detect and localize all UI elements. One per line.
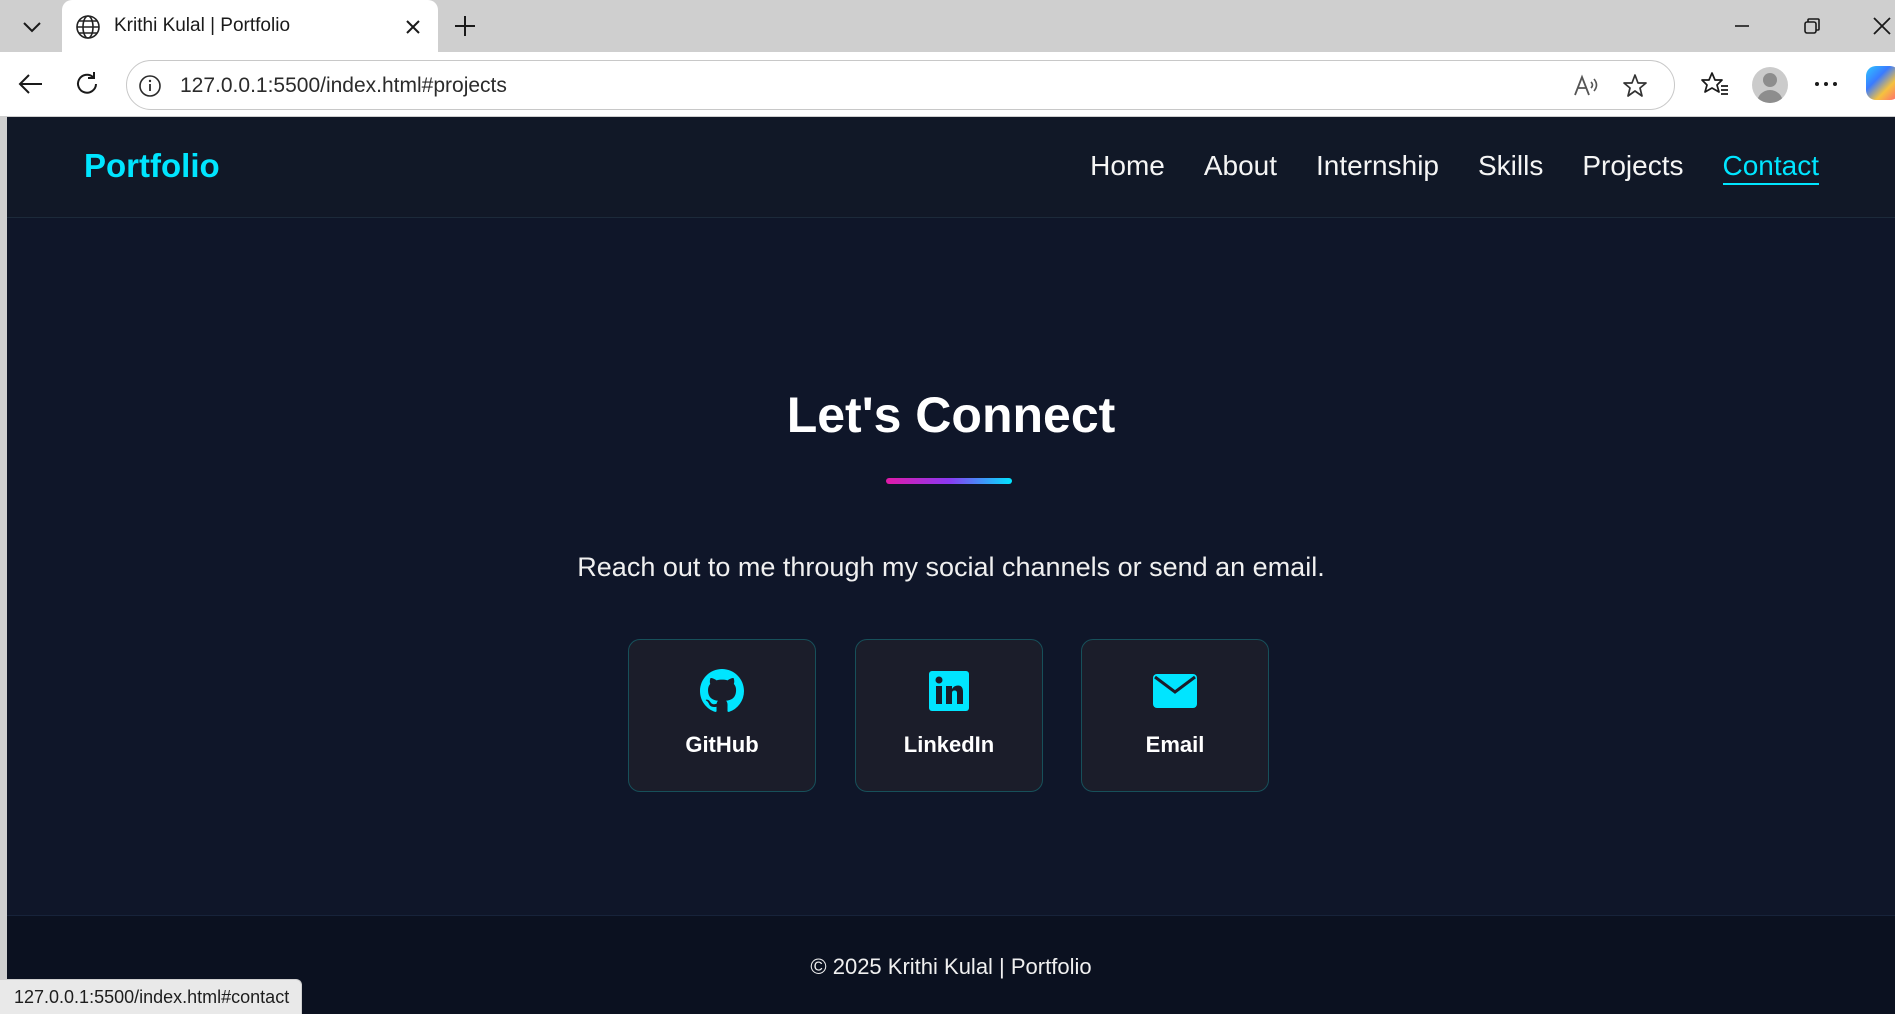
avatar-head (1763, 73, 1777, 87)
reload-icon[interactable] (69, 66, 105, 102)
copilot-icon[interactable] (1866, 66, 1895, 100)
section-subtitle: Reach out to me through my social channe… (577, 552, 1325, 582)
minimize-icon[interactable] (1722, 8, 1762, 44)
read-aloud-icon[interactable] (1571, 71, 1601, 101)
footer-copyright: © 2025 Krithi Kulal | Portfolio (810, 954, 1092, 979)
github-card[interactable]: GitHub (628, 639, 816, 792)
browser-tab[interactable]: Krithi Kulal | Portfolio (62, 0, 438, 52)
linkedin-card[interactable]: LinkedIn (855, 639, 1043, 792)
browser-tab-bar: Krithi Kulal | Portfolio (0, 0, 1895, 52)
main-nav: Home About Internship Skills Projects Co… (1090, 149, 1819, 185)
tab-title: Krithi Kulal | Portfolio (114, 15, 291, 36)
browser-toolbar: 127.0.0.1:5500/index.html#projects (0, 52, 1895, 116)
contact-section: Let's Connect Reach out to me through my… (7, 218, 1895, 915)
envelope-icon (1082, 668, 1268, 714)
back-arrow-icon[interactable] (13, 66, 49, 102)
nav-link-contact[interactable]: Contact (1722, 149, 1819, 185)
email-card[interactable]: Email (1081, 639, 1269, 792)
site-header: Portfolio Home About Internship Skills P… (7, 117, 1895, 218)
site-info-icon[interactable] (137, 73, 163, 99)
tab-close-icon[interactable] (400, 14, 426, 40)
favorites-icon[interactable] (1697, 66, 1733, 102)
more-options-icon[interactable] (1808, 66, 1844, 102)
new-tab-plus-icon[interactable] (448, 10, 482, 42)
nav-link-projects[interactable]: Projects (1582, 149, 1683, 185)
favorite-star-icon[interactable] (1620, 71, 1650, 101)
globe-icon (74, 13, 102, 46)
linkedin-label: LinkedIn (903, 732, 995, 757)
github-label: GitHub (685, 732, 759, 757)
profile-avatar-icon[interactable] (1752, 67, 1788, 103)
window-close-icon[interactable] (1862, 8, 1895, 44)
url-text: 127.0.0.1:5500/index.html#projects (180, 74, 507, 97)
linkedin-icon (856, 668, 1042, 714)
section-title: Let's Connect (786, 387, 1116, 443)
address-bar[interactable]: 127.0.0.1:5500/index.html#projects (126, 60, 1675, 110)
link-status-bubble: 127.0.0.1:5500/index.html#contact (0, 979, 303, 1014)
nav-link-skills[interactable]: Skills (1478, 149, 1543, 185)
github-icon (629, 668, 815, 714)
nav-link-internship[interactable]: Internship (1316, 149, 1439, 185)
title-underline-bar (886, 478, 1012, 484)
restore-icon[interactable] (1792, 8, 1832, 44)
nav-link-home[interactable]: Home (1090, 149, 1165, 185)
avatar-body (1757, 90, 1783, 103)
site-logo[interactable]: Portfolio (84, 147, 220, 185)
nav-link-about[interactable]: About (1204, 149, 1277, 185)
tab-list-chevron-icon[interactable] (14, 12, 50, 42)
email-label: Email (1145, 732, 1205, 757)
web-page: Portfolio Home About Internship Skills P… (7, 117, 1895, 1014)
